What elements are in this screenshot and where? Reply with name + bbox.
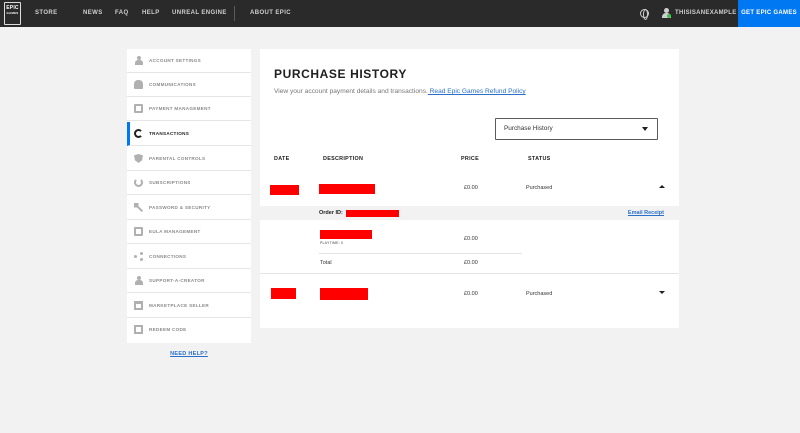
key-icon: [134, 203, 143, 212]
sidebar-item-account-settings[interactable]: ACCOUNT SETTINGS: [127, 49, 251, 73]
username-label[interactable]: THISISANEXAMPLE: [675, 0, 737, 27]
get-epic-games-button[interactable]: GET EPIC GAMES: [738, 0, 800, 27]
shield-icon: [134, 154, 143, 163]
page-subtitle: View your account payment details and tr…: [274, 88, 526, 95]
bell-icon: [134, 80, 143, 89]
row-price: £0.00: [464, 185, 478, 191]
sidebar-item-label: ACCOUNT SETTINGS: [149, 58, 202, 63]
sidebar-item-eula-management[interactable]: EULA MANAGEMENT: [127, 220, 251, 244]
sidebar-item-label: EULA MANAGEMENT: [149, 229, 201, 234]
total-price: £0.00: [464, 260, 478, 266]
chevron-up-icon[interactable]: [659, 185, 665, 188]
row-status: Purchased: [526, 185, 553, 191]
refresh-icon: [134, 178, 143, 187]
sidebar-item-connections[interactable]: CONNECTIONS: [127, 245, 251, 269]
sidebar-item-label: SUPPORT-A-CREATOR: [149, 278, 205, 283]
gift-icon: [134, 325, 143, 334]
store-icon: [134, 301, 143, 310]
sidebar-item-label: PARENTAL CONTROLS: [149, 156, 206, 161]
sidebar-item-transactions[interactable]: TRANSACTIONS: [127, 122, 251, 146]
item-price: £0.00: [464, 236, 478, 242]
person-icon: [134, 276, 143, 285]
sidebar-item-label: SUBSCRIPTIONS: [149, 180, 191, 185]
order-details-bar: Order ID: Email Receipt: [260, 206, 679, 220]
globe-icon[interactable]: [640, 9, 649, 20]
column-header-date: DATE: [274, 156, 290, 162]
sidebar-item-label: MARKETPLACE SELLER: [149, 303, 210, 308]
top-nav-bar: EPIC GAMES STORE NEWS FAQ HELP UNREAL EN…: [0, 0, 800, 27]
order-id-label: Order ID:: [319, 210, 343, 216]
epic-games-logo[interactable]: EPIC GAMES: [4, 2, 21, 25]
document-icon: [134, 227, 143, 236]
nav-help[interactable]: HELP: [142, 0, 160, 27]
logo-text-games: GAMES: [6, 11, 19, 15]
sidebar-item-subscriptions[interactable]: SUBSCRIPTIONS: [127, 171, 251, 195]
sidebar-item-support-a-creator[interactable]: SUPPORT-A-CREATOR: [127, 269, 251, 293]
chevron-down-icon[interactable]: [659, 291, 665, 294]
nav-news[interactable]: NEWS: [83, 0, 103, 27]
column-header-description: DESCRIPTION: [323, 156, 364, 162]
chevron-down-icon: [642, 127, 648, 131]
account-sidebar: ACCOUNT SETTINGS COMMUNICATIONS PAYMENT …: [127, 49, 251, 343]
sidebar-item-label: COMMUNICATIONS: [149, 82, 196, 87]
nav-store[interactable]: STORE: [35, 0, 58, 27]
sidebar-item-label: PASSWORD & SECURITY: [149, 205, 211, 210]
sidebar-item-label: REDEEM CODE: [149, 327, 187, 332]
nav-faq[interactable]: FAQ: [115, 0, 129, 27]
sidebar-item-marketplace-seller[interactable]: MARKETPLACE SELLER: [127, 294, 251, 318]
redacted-description: [319, 184, 375, 194]
redacted-date: [270, 185, 299, 195]
item-platform-label: PLAYTIME: 0: [320, 241, 344, 245]
email-receipt-link[interactable]: Email Receipt: [628, 210, 664, 216]
nav-divider: [234, 6, 235, 21]
sidebar-item-label: CONNECTIONS: [149, 254, 187, 259]
column-header-price: PRICE: [461, 156, 479, 162]
sidebar-item-payment-management[interactable]: PAYMENT MANAGEMENT: [127, 97, 251, 121]
user-icon[interactable]: [662, 8, 671, 19]
subtitle-text: View your account payment details and tr…: [274, 88, 428, 95]
row-price: £0.00: [464, 291, 478, 297]
nav-about-epic[interactable]: ABOUT EPIC: [250, 0, 291, 27]
card-icon: [134, 104, 143, 113]
filter-selected-value: Purchase History: [504, 125, 553, 132]
line-divider: [319, 253, 522, 254]
sidebar-item-password-security[interactable]: PASSWORD & SECURITY: [127, 196, 251, 220]
sidebar-item-label: PAYMENT MANAGEMENT: [149, 106, 211, 111]
sidebar-item-label: TRANSACTIONS: [149, 131, 190, 136]
need-help-link[interactable]: NEED HELP?: [127, 351, 251, 357]
nav-unreal-engine[interactable]: UNREAL ENGINE: [172, 0, 227, 27]
share-icon: [134, 252, 143, 261]
person-icon: [134, 56, 143, 65]
purchase-history-card: PURCHASE HISTORY View your account payme…: [260, 49, 679, 328]
sidebar-item-communications[interactable]: COMMUNICATIONS: [127, 73, 251, 97]
sidebar-item-parental-controls[interactable]: PARENTAL CONTROLS: [127, 147, 251, 171]
history-filter-select[interactable]: Purchase History: [495, 118, 658, 140]
page-title: PURCHASE HISTORY: [274, 67, 407, 81]
redacted-date: [271, 288, 296, 299]
sidebar-item-redeem-code[interactable]: REDEEM CODE: [127, 318, 251, 342]
row-divider: [260, 273, 679, 274]
redacted-description: [320, 288, 368, 300]
refund-policy-link[interactable]: Read Epic Games Refund Policy: [428, 88, 526, 95]
redacted-item-name: [320, 230, 372, 239]
history-icon: [134, 129, 143, 138]
redacted-order-id: [346, 210, 399, 217]
total-label: Total: [320, 260, 332, 266]
column-header-status: STATUS: [528, 156, 551, 162]
row-status: Purchased: [526, 291, 553, 297]
